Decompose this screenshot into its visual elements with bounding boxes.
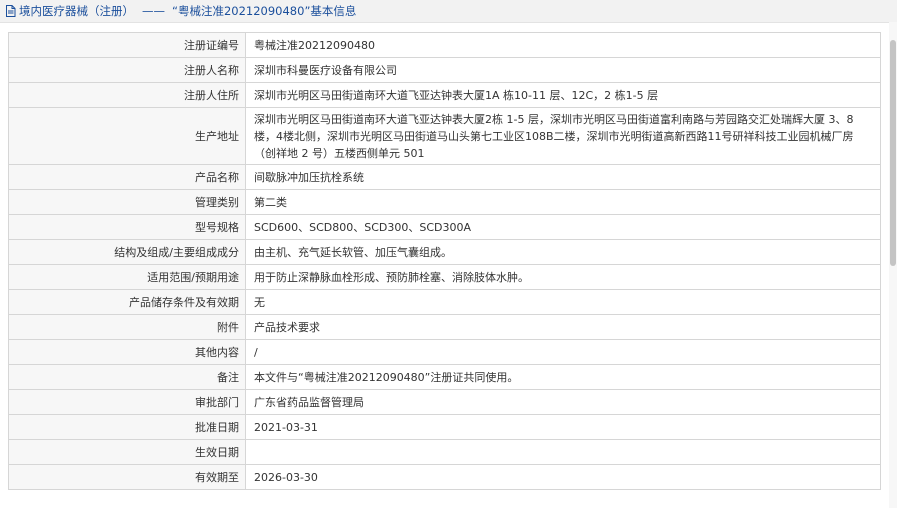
field-label: 备注 <box>8 364 246 390</box>
table-row: 备注 本文件与“粤械注准20212090480”注册证共同使用。 <box>8 364 881 390</box>
table-row: 注册证编号 粤械注准20212090480 <box>8 32 881 58</box>
field-value: 产品技术要求 <box>245 314 881 340</box>
table-row: 注册人住所 深圳市光明区马田街道南环大道飞亚达钟表大厦1A 栋10-11 层、1… <box>8 82 881 108</box>
document-icon <box>6 5 16 17</box>
field-label: 其他内容 <box>8 339 246 365</box>
field-value: / <box>245 339 881 365</box>
field-label: 产品名称 <box>8 164 246 190</box>
field-label: 结构及组成/主要组成成分 <box>8 239 246 265</box>
field-value: 广东省药品监督管理局 <box>245 389 881 415</box>
header-separator: —— <box>142 4 165 18</box>
table-row: 附件 产品技术要求 <box>8 314 881 340</box>
field-label: 注册人名称 <box>8 57 246 83</box>
vertical-scrollbar[interactable] <box>889 22 897 508</box>
field-value: 2021-03-31 <box>245 414 881 440</box>
scrollbar-thumb[interactable] <box>890 40 896 266</box>
field-label: 生效日期 <box>8 439 246 465</box>
table-row: 其他内容 / <box>8 339 881 365</box>
field-value: SCD600、SCD800、SCD300、SCD300A <box>245 214 881 240</box>
category-title: 境内医疗器械（注册） <box>19 4 134 18</box>
table-row: 适用范围/预期用途 用于防止深静脉血栓形成、预防肺栓塞、消除肢体水肿。 <box>8 264 881 290</box>
field-value: 深圳市光明区马田街道南环大道飞亚达钟表大厦1A 栋10-11 层、12C，2 栋… <box>245 82 881 108</box>
field-label: 注册人住所 <box>8 82 246 108</box>
field-label: 产品储存条件及有效期 <box>8 289 246 315</box>
table-row: 有效期至 2026-03-30 <box>8 464 881 490</box>
field-value <box>245 439 881 465</box>
page-header: 境内医疗器械（注册） —— “粤械注准20212090480”基本信息 <box>0 0 897 23</box>
field-label: 型号规格 <box>8 214 246 240</box>
field-value: 第二类 <box>245 189 881 215</box>
table-row: 生产地址 深圳市光明区马田街道南环大道飞亚达钟表大厦2栋 1-5 层，深圳市光明… <box>8 107 881 165</box>
field-value: 间歇脉冲加压抗栓系统 <box>245 164 881 190</box>
table-row: 结构及组成/主要组成成分 由主机、充气延长软管、加压气囊组成。 <box>8 239 881 265</box>
field-label: 批准日期 <box>8 414 246 440</box>
table-row: 审批部门 广东省药品监督管理局 <box>8 389 881 415</box>
table-row: 管理类别 第二类 <box>8 189 881 215</box>
table-row: 型号规格 SCD600、SCD800、SCD300、SCD300A <box>8 214 881 240</box>
table-row: 产品名称 间歇脉冲加压抗栓系统 <box>8 164 881 190</box>
field-label: 审批部门 <box>8 389 246 415</box>
field-label: 管理类别 <box>8 189 246 215</box>
field-value: 无 <box>245 289 881 315</box>
field-value: 由主机、充气延长软管、加压气囊组成。 <box>245 239 881 265</box>
table-row: 生效日期 <box>8 439 881 465</box>
field-value: 深圳市科曼医疗设备有限公司 <box>245 57 881 83</box>
field-value: 用于防止深静脉血栓形成、预防肺栓塞、消除肢体水肿。 <box>245 264 881 290</box>
field-value: 2026-03-30 <box>245 464 881 490</box>
table-row: 批准日期 2021-03-31 <box>8 414 881 440</box>
field-label: 附件 <box>8 314 246 340</box>
field-label: 适用范围/预期用途 <box>8 264 246 290</box>
field-label: 注册证编号 <box>8 32 246 58</box>
info-table: 注册证编号 粤械注准20212090480 注册人名称 深圳市科曼医疗设备有限公… <box>8 32 881 490</box>
table-row: 产品储存条件及有效期 无 <box>8 289 881 315</box>
table-row: 注册人名称 深圳市科曼医疗设备有限公司 <box>8 57 881 83</box>
record-title: “粤械注准20212090480”基本信息 <box>172 4 357 18</box>
field-label: 有效期至 <box>8 464 246 490</box>
field-label: 生产地址 <box>8 107 246 165</box>
field-value: 深圳市光明区马田街道南环大道飞亚达钟表大厦2栋 1-5 层，深圳市光明区马田街道… <box>245 107 881 165</box>
field-value: 本文件与“粤械注准20212090480”注册证共同使用。 <box>245 364 881 390</box>
field-value: 粤械注准20212090480 <box>245 32 881 58</box>
